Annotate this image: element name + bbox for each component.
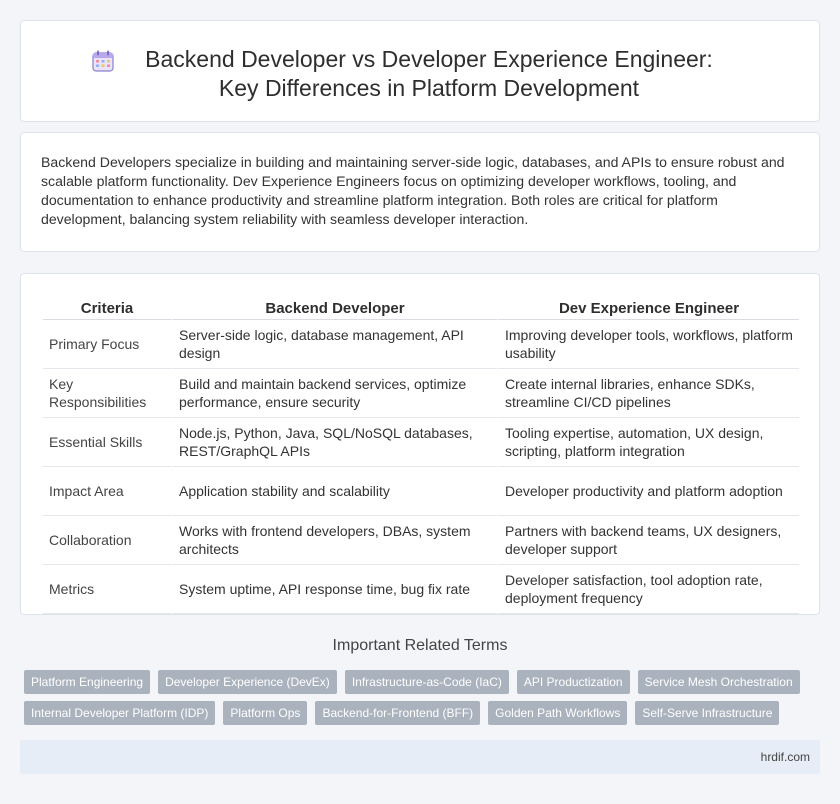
tag-platform-ops[interactable]: Platform Ops — [223, 701, 308, 725]
table-row: Primary Focus Server-side logic, databas… — [43, 320, 799, 369]
title-wrap: Backend Developer vs Developer Experienc… — [21, 45, 819, 103]
tag-api-productization[interactable]: API Productization — [516, 670, 630, 694]
comparison-card: Criteria Backend Developer Dev Experienc… — [20, 273, 820, 615]
tag-internal-developer-platform[interactable]: Internal Developer Platform (IDP) — [24, 701, 216, 725]
backend-cell: System uptime, API response time, bug fi… — [171, 565, 497, 614]
intro-card: Backend Developers specialize in buildin… — [20, 132, 820, 252]
column-header-devex: Dev Experience Engineer — [497, 294, 799, 320]
criteria-cell: Impact Area — [43, 467, 171, 516]
title-card: Backend Developer vs Developer Experienc… — [20, 20, 820, 122]
column-header-backend: Backend Developer — [171, 294, 497, 320]
backend-cell: Server-side logic, database management, … — [171, 320, 497, 369]
tag-self-serve-infrastructure[interactable]: Self-Serve Infrastructure — [635, 701, 780, 725]
devex-cell: Create internal libraries, enhance SDKs,… — [497, 369, 799, 418]
backend-cell: Node.js, Python, Java, SQL/NoSQL databas… — [171, 418, 497, 467]
table-header-row: Criteria Backend Developer Dev Experienc… — [43, 294, 799, 320]
tag-row: Platform Engineering Developer Experienc… — [24, 670, 824, 694]
tag-developer-experience[interactable]: Developer Experience (DevEx) — [158, 670, 337, 694]
backend-cell: Build and maintain backend services, opt… — [171, 369, 497, 418]
devex-cell: Developer productivity and platform adop… — [497, 467, 799, 516]
tag-backend-for-frontend[interactable]: Backend-for-Frontend (BFF) — [315, 701, 481, 725]
tag-platform-engineering[interactable]: Platform Engineering — [24, 670, 151, 694]
devex-cell: Tooling expertise, automation, UX design… — [497, 418, 799, 467]
column-header-criteria: Criteria — [43, 294, 171, 320]
related-terms-heading: Important Related Terms — [332, 637, 508, 654]
tag-service-mesh-orchestration[interactable]: Service Mesh Orchestration — [637, 670, 800, 694]
tag-infrastructure-as-code[interactable]: Infrastructure-as-Code (IaC) — [344, 670, 509, 694]
devex-cell: Developer satisfaction, tool adoption ra… — [497, 565, 799, 614]
devex-cell: Improving developer tools, workflows, pl… — [497, 320, 799, 369]
devex-cell: Partners with backend teams, UX designer… — [497, 516, 799, 565]
footer: hrdif.com — [20, 740, 820, 774]
table-row: Metrics System uptime, API response time… — [43, 565, 799, 614]
criteria-cell: Metrics — [43, 565, 171, 614]
table-row: Key Responsibilities Build and maintain … — [43, 369, 799, 418]
tag-row: Internal Developer Platform (IDP) Platfo… — [24, 701, 824, 725]
backend-cell: Application stability and scalability — [171, 467, 497, 516]
intro-paragraph: Backend Developers specialize in buildin… — [41, 154, 785, 227]
calendar-icon — [92, 50, 114, 72]
page-title: Backend Developer vs Developer Experienc… — [145, 46, 713, 101]
tag-golden-path-workflows[interactable]: Golden Path Workflows — [488, 701, 628, 725]
criteria-cell: Primary Focus — [43, 320, 171, 369]
criteria-cell: Collaboration — [43, 516, 171, 565]
table-row: Essential Skills Node.js, Python, Java, … — [43, 418, 799, 467]
criteria-cell: Essential Skills — [43, 418, 171, 467]
footer-site-link[interactable]: hrdif.com — [761, 750, 810, 764]
table-row: Collaboration Works with frontend develo… — [43, 516, 799, 565]
backend-cell: Works with frontend developers, DBAs, sy… — [171, 516, 497, 565]
comparison-table: Criteria Backend Developer Dev Experienc… — [43, 294, 799, 614]
related-terms-list: Platform Engineering Developer Experienc… — [24, 670, 824, 732]
table-row: Impact Area Application stability and sc… — [43, 467, 799, 516]
criteria-cell: Key Responsibilities — [43, 369, 171, 418]
